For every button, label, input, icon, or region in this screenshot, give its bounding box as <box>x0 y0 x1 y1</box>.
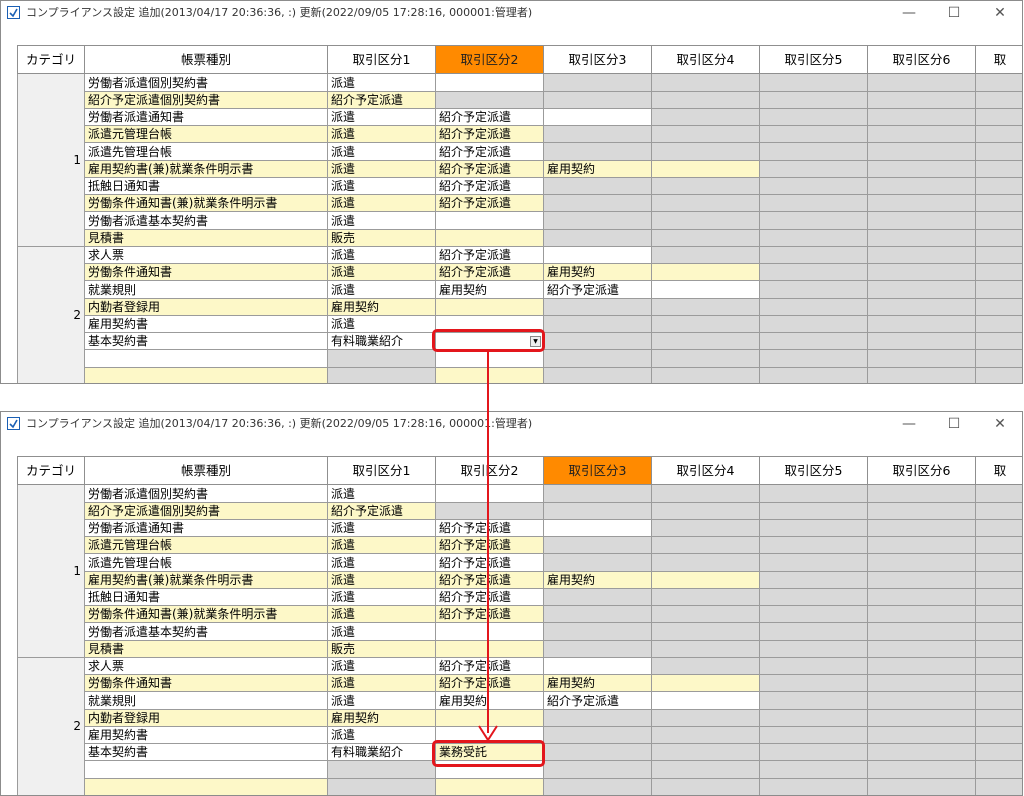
transition-arrow <box>478 352 498 742</box>
